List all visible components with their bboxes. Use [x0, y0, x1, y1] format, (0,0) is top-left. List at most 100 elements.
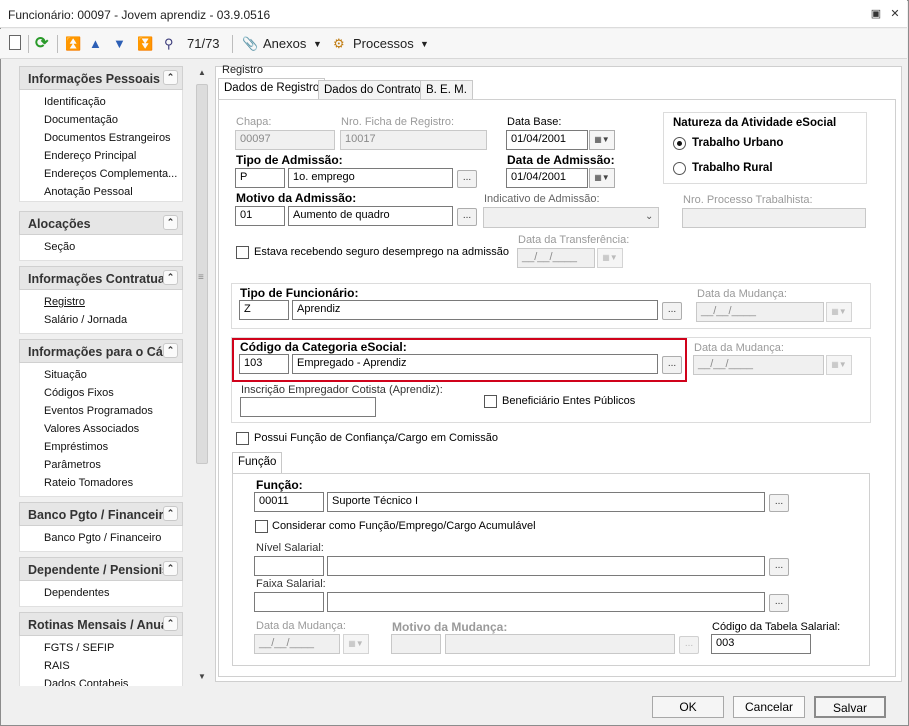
data-base-input[interactable]: 01/04/2001 — [506, 130, 588, 150]
indicativo-label: Indicativo de Admissão: — [484, 193, 600, 205]
calendar-dropdown[interactable]: ▦▼ — [589, 130, 615, 150]
collapse-icon[interactable]: ⌃ — [163, 270, 178, 285]
beneficiario-checkbox[interactable] — [484, 395, 497, 408]
chapa-label: Chapa: — [236, 116, 272, 128]
sidebar-item-parametros[interactable]: Parâmetros — [44, 459, 101, 471]
nivel-code[interactable] — [254, 556, 324, 576]
data-admissao-input[interactable]: 01/04/2001 — [506, 168, 588, 188]
sidebar: Informações Pessoais ⌃ Identificação Docu… — [19, 66, 184, 686]
sidebar-item-secao[interactable]: Seção — [44, 241, 75, 253]
motivo-admissao-code[interactable]: 01 — [235, 206, 285, 226]
tab-bem[interactable]: B. E. M. — [420, 80, 473, 100]
sidebar-item-salario-jornada[interactable]: Salário / Jornada — [44, 314, 127, 326]
sidebar-item-registro[interactable]: Registro — [44, 296, 85, 308]
sidebar-section-rotinas[interactable]: Rotinas Mensais / Anua ⌃ — [19, 612, 183, 636]
sidebar-item-dependentes[interactable]: Dependentes — [44, 587, 109, 599]
beneficiario-label: Beneficiário Entes Públicos — [502, 395, 636, 407]
motivo-admissao-lookup-button[interactable]: ... — [457, 208, 477, 226]
sidebar-item-situacao[interactable]: Situação — [44, 369, 87, 381]
sidebar-item-enderecos-complementares[interactable]: Endereços Complementa... — [44, 168, 177, 180]
sidebar-item-documentos-estrangeiros[interactable]: Documentos Estrangeiros — [44, 132, 171, 144]
sidebar-item-eventos-programados[interactable]: Eventos Programados — [44, 405, 153, 417]
scroll-down-icon[interactable]: ▼ — [198, 672, 206, 681]
sidebar-item-endereco-principal[interactable]: Endereço Principal — [44, 150, 136, 162]
sidebar-item-documentacao[interactable]: Documentação — [44, 114, 118, 126]
transferencia-input: __/__/____ — [517, 248, 595, 268]
last-record-icon[interactable]: ⏬ — [137, 34, 153, 54]
sidebar-section-alocacoes[interactable]: Alocações ⌃ — [19, 211, 183, 235]
tabela-salarial-input[interactable]: 003 — [711, 634, 811, 654]
collapse-icon[interactable]: ⌃ — [163, 561, 178, 576]
seguro-desemprego-checkbox[interactable] — [236, 246, 249, 259]
tab-dados-do-contrato[interactable]: Dados do Contrato — [318, 80, 427, 100]
nivel-lookup-button[interactable]: ... — [769, 558, 789, 576]
sidebar-item-rateio-tomadores[interactable]: Rateio Tomadores — [44, 477, 133, 489]
faixa-desc[interactable] — [327, 592, 765, 612]
sidebar-item-banco-pgto[interactable]: Banco Pgto / Financeiro — [44, 532, 161, 544]
tipo-admissao-lookup-button[interactable]: ... — [457, 170, 477, 188]
sidebar-section-informacoes-pessoais[interactable]: Informações Pessoais ⌃ — [19, 66, 183, 90]
mudanca1-input: __/__/____ — [696, 302, 824, 322]
binoculars-icon[interactable]: ⚲ — [164, 34, 174, 54]
tipo-admissao-code[interactable]: P — [235, 168, 285, 188]
radio-trabalho-rural[interactable] — [673, 162, 686, 175]
new-record-icon[interactable] — [9, 35, 21, 50]
cancel-button[interactable]: Cancelar — [733, 696, 805, 718]
sidebar-item-valores-associados[interactable]: Valores Associados — [44, 423, 139, 435]
faixa-code[interactable] — [254, 592, 324, 612]
close-icon[interactable]: ✕ — [887, 6, 903, 22]
funcao-lookup-button[interactable]: ... — [769, 494, 789, 512]
sidebar-item-anotacao-pessoal[interactable]: Anotação Pessoal — [44, 186, 133, 198]
collapse-icon[interactable]: ⌃ — [163, 506, 178, 521]
refresh-icon[interactable]: ⟳ — [35, 34, 48, 54]
tab-dados-de-registro[interactable]: Dados de Registro — [218, 78, 326, 100]
sidebar-item-identificacao[interactable]: Identificação — [44, 96, 106, 108]
faixa-lookup-button[interactable]: ... — [769, 594, 789, 612]
first-record-icon[interactable]: ⏫ — [65, 34, 81, 54]
sidebar-section-informacoes-calculo[interactable]: Informações para o Cál ⌃ — [19, 339, 183, 363]
restore-icon[interactable]: ▣ — [868, 6, 884, 22]
chevron-down-icon[interactable]: ⌄ — [645, 211, 653, 222]
confianca-checkbox[interactable] — [236, 432, 249, 445]
previous-record-icon[interactable]: ▲ — [89, 34, 102, 54]
processos-menu[interactable]: Processos — [353, 34, 414, 54]
tab-funcao[interactable]: Função — [232, 452, 283, 474]
collapse-icon[interactable]: ⌃ — [163, 616, 178, 631]
trabalho-urbano-label: Trabalho Urbano — [692, 137, 784, 149]
scroll-up-icon[interactable]: ▲ — [198, 68, 206, 77]
anexos-dropdown-icon[interactable]: ▼ — [313, 34, 322, 54]
categoria-desc[interactable]: Empregado - Aprendiz — [292, 354, 658, 374]
motivo-admissao-desc[interactable]: Aumento de quadro — [288, 206, 453, 226]
collapse-icon[interactable]: ⌃ — [163, 215, 178, 230]
next-record-icon[interactable]: ▼ — [113, 34, 126, 54]
sidebar-item-rais[interactable]: RAIS — [44, 660, 70, 672]
sidebar-item-emprestimos[interactable]: Empréstimos — [44, 441, 108, 453]
collapse-icon[interactable]: ⌃ — [163, 70, 178, 85]
categoria-lookup-button[interactable]: ... — [662, 356, 682, 374]
sidebar-item-fgts-sefip[interactable]: FGTS / SEFIP — [44, 642, 114, 654]
radio-trabalho-urbano[interactable] — [673, 137, 686, 150]
cotista-input[interactable] — [240, 397, 376, 417]
processos-dropdown-icon[interactable]: ▼ — [420, 34, 429, 54]
tipo-funcionario-code[interactable]: Z — [239, 300, 289, 320]
sidebar-section-banco-pgto[interactable]: Banco Pgto / Financeiro ⌃ — [19, 502, 183, 526]
funcao-code[interactable]: 00011 — [254, 492, 324, 512]
calendar-dropdown: ▦▼ — [597, 248, 623, 268]
indicativo-select[interactable] — [483, 207, 659, 228]
ok-button[interactable]: OK — [652, 696, 724, 718]
categoria-code[interactable]: 103 — [239, 354, 289, 374]
funcao-desc[interactable]: Suporte Técnico I — [327, 492, 765, 512]
sidebar-item-codigos-fixos[interactable]: Códigos Fixos — [44, 387, 114, 399]
collapse-icon[interactable]: ⌃ — [163, 343, 178, 358]
nivel-desc[interactable] — [327, 556, 765, 576]
save-button[interactable]: Salvar — [814, 696, 886, 718]
sidebar-item-dados-contabeis[interactable]: Dados Contabeis — [44, 678, 128, 686]
calendar-dropdown[interactable]: ▦▼ — [589, 168, 615, 188]
tipo-admissao-desc[interactable]: 1o. emprego — [288, 168, 453, 188]
sidebar-section-dependente[interactable]: Dependente / Pensionis ⌃ — [19, 557, 183, 581]
tipo-funcionario-desc[interactable]: Aprendiz — [292, 300, 658, 320]
sidebar-section-informacoes-contratuais[interactable]: Informações Contratua ⌃ — [19, 266, 183, 290]
anexos-menu[interactable]: Anexos — [263, 34, 306, 54]
acumulavel-checkbox[interactable] — [255, 520, 268, 533]
tipo-funcionario-lookup-button[interactable]: ... — [662, 302, 682, 320]
